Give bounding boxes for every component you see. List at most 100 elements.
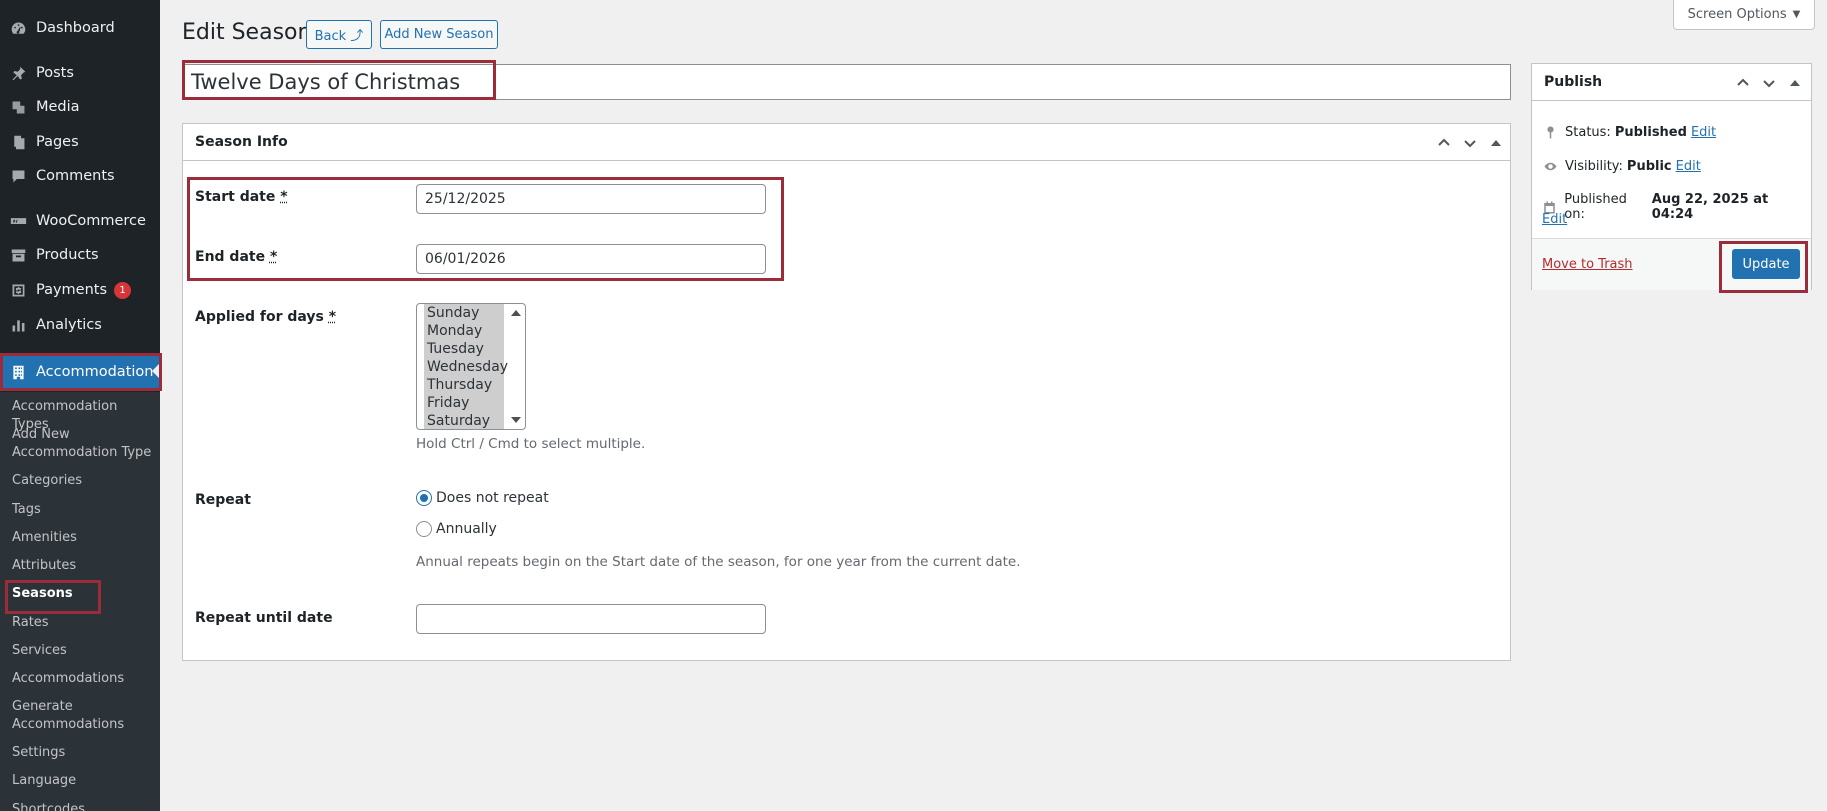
menu-analytics[interactable]: Analytics xyxy=(0,308,160,342)
day-option[interactable]: Thursday xyxy=(424,376,504,394)
season-info-metabox: Season Info Start date * 25/12/2025 End … xyxy=(182,123,1511,661)
menu-pages-label: Pages xyxy=(36,134,79,150)
scroll-up-icon[interactable] xyxy=(511,310,521,316)
move-to-trash-link[interactable]: Move to Trash xyxy=(1542,257,1633,272)
move-up-icon[interactable] xyxy=(1733,73,1753,93)
building-icon xyxy=(9,363,27,381)
day-option[interactable]: Sunday xyxy=(424,304,504,322)
menu-woocommerce-label: WooCommerce xyxy=(36,213,146,229)
submenu-generate-accommodations[interactable]: Generate Accommodations xyxy=(12,698,132,734)
submenu-shortcodes[interactable]: Shortcodes xyxy=(12,801,158,811)
radio-checked-icon xyxy=(416,490,432,506)
dashboard-icon xyxy=(9,19,27,37)
day-option[interactable]: Monday xyxy=(424,322,504,340)
move-down-icon[interactable] xyxy=(1759,73,1779,93)
menu-products[interactable]: Products xyxy=(0,238,160,272)
woo-icon xyxy=(9,212,27,230)
menu-payments[interactable]: Payments 1 xyxy=(0,273,160,307)
comment-icon xyxy=(9,167,27,185)
publish-title: Publish xyxy=(1544,74,1603,90)
menu-media[interactable]: Media xyxy=(0,90,160,124)
scroll-down-icon[interactable] xyxy=(511,417,521,423)
radio-does-not-repeat[interactable]: Does not repeat xyxy=(416,490,549,506)
repeat-until-input[interactable] xyxy=(416,604,766,634)
published-on-edit-link[interactable]: Edit xyxy=(1542,212,1567,227)
published-on-value: Aug 22, 2025 at 04:24 xyxy=(1651,192,1769,222)
menu-pages[interactable]: Pages xyxy=(0,125,160,159)
submenu-attributes[interactable]: Attributes xyxy=(12,557,158,575)
day-option[interactable]: Friday xyxy=(424,394,504,412)
repeat-help-text: Annual repeats begin on the Start date o… xyxy=(416,554,1021,570)
publish-header: Publish xyxy=(1532,64,1811,101)
status-value: Published xyxy=(1614,124,1687,140)
dollar-icon xyxy=(9,281,27,299)
page-title: Edit Season xyxy=(182,20,312,45)
toggle-panel-icon[interactable] xyxy=(1486,133,1506,153)
submenu-add-new-accommodation-type[interactable]: Add New Accommodation Type xyxy=(12,426,158,462)
menu-dashboard-label: Dashboard xyxy=(36,20,115,36)
metabox-title: Season Info xyxy=(195,134,288,150)
add-new-season-button[interactable]: Add New Season xyxy=(380,20,498,49)
menu-media-label: Media xyxy=(36,99,80,115)
admin-sidebar: Dashboard Posts Media Pages Comments Woo… xyxy=(0,0,160,811)
caret-down-icon: ▼ xyxy=(1792,9,1801,20)
menu-accommodation-label: Accommodation xyxy=(36,364,154,380)
pin-icon xyxy=(9,64,27,82)
menu-analytics-label: Analytics xyxy=(36,317,102,333)
radio-unchecked-icon xyxy=(416,521,432,537)
day-option[interactable]: Saturday xyxy=(424,412,504,429)
start-date-label: Start date * xyxy=(195,189,288,205)
toggle-panel-icon[interactable] xyxy=(1785,73,1805,93)
visibility-row: Visibility: Public Edit xyxy=(1542,158,1701,174)
menu-comments-label: Comments xyxy=(36,168,115,184)
menu-payments-label: Payments xyxy=(36,282,108,298)
pin-icon xyxy=(1542,124,1558,140)
start-date-input[interactable]: 25/12/2025 xyxy=(416,184,766,214)
submenu-categories[interactable]: Categories xyxy=(12,472,158,490)
menu-dashboard[interactable]: Dashboard xyxy=(0,11,160,45)
day-option[interactable]: Wednesday xyxy=(424,358,508,376)
menu-woocommerce[interactable]: WooCommerce xyxy=(0,204,160,238)
end-date-input[interactable]: 06/01/2026 xyxy=(416,244,766,274)
submenu-accommodations[interactable]: Accommodations xyxy=(12,670,158,688)
archive-icon xyxy=(9,246,27,264)
update-button[interactable]: Update xyxy=(1732,249,1800,279)
submenu-settings[interactable]: Settings xyxy=(12,744,158,762)
eye-icon xyxy=(1542,158,1558,174)
post-title-input[interactable]: Twelve Days of Christmas xyxy=(182,64,1511,100)
days-help-text: Hold Ctrl / Cmd to select multiple. xyxy=(416,436,646,452)
days-multiselect[interactable]: Sunday Monday Tuesday Wednesday Thursday… xyxy=(416,303,526,430)
publish-metabox: Publish Status: Published Edit Visibilit… xyxy=(1531,63,1812,290)
submenu-services[interactable]: Services xyxy=(12,642,158,660)
publish-actions: Move to Trash Update xyxy=(1532,238,1811,290)
submenu-language[interactable]: Language xyxy=(12,772,158,790)
pages-icon xyxy=(9,133,27,151)
repeat-until-label: Repeat until date xyxy=(195,610,333,626)
submenu-tags[interactable]: Tags xyxy=(12,501,158,519)
metabox-header: Season Info xyxy=(183,124,1510,161)
payments-badge: 1 xyxy=(114,281,132,299)
menu-comments[interactable]: Comments xyxy=(0,159,160,193)
bar-chart-icon xyxy=(9,316,27,334)
menu-posts-label: Posts xyxy=(36,65,74,81)
radio-annually[interactable]: Annually xyxy=(416,521,497,537)
day-option[interactable]: Tuesday xyxy=(424,340,504,358)
end-date-label: End date * xyxy=(195,249,278,265)
screen-options-label: Screen Options xyxy=(1687,7,1787,22)
submenu-seasons[interactable]: Seasons xyxy=(12,585,158,603)
back-button[interactable]: Back ⤴ xyxy=(306,20,372,49)
current-menu-arrow xyxy=(152,363,160,379)
visibility-value: Public xyxy=(1626,158,1672,174)
visibility-edit-link[interactable]: Edit xyxy=(1676,159,1701,174)
status-row: Status: Published Edit xyxy=(1542,124,1716,140)
move-up-icon[interactable] xyxy=(1434,133,1454,153)
applied-days-label: Applied for days * xyxy=(195,309,337,325)
submenu-amenities[interactable]: Amenities xyxy=(12,529,158,547)
move-down-icon[interactable] xyxy=(1460,133,1480,153)
status-edit-link[interactable]: Edit xyxy=(1691,125,1716,140)
menu-posts[interactable]: Posts xyxy=(0,56,160,90)
published-on-edit-row: Edit xyxy=(1542,212,1567,227)
menu-accommodation[interactable]: Accommodation xyxy=(0,353,160,391)
screen-options-button[interactable]: Screen Options ▼ xyxy=(1673,0,1815,30)
submenu-rates[interactable]: Rates xyxy=(12,614,158,632)
